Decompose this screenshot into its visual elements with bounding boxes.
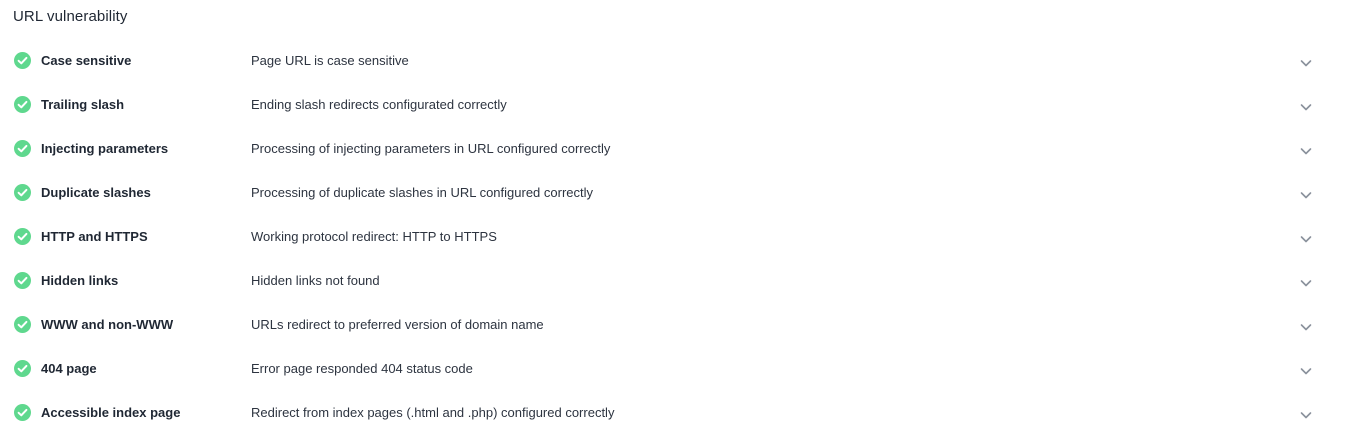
check-name: Case sensitive <box>41 53 132 68</box>
check-circle-icon <box>14 184 31 201</box>
chevron-down-icon[interactable] <box>1297 98 1315 116</box>
chevron-down-icon[interactable] <box>1297 186 1315 204</box>
chevron-down-icon[interactable] <box>1297 274 1315 292</box>
check-description: Redirect from index pages (.html and .ph… <box>251 405 615 420</box>
section-title: URL vulnerability <box>13 8 128 25</box>
check-name: Trailing slash <box>41 97 125 112</box>
check-circle-icon <box>14 228 31 245</box>
check-description: Page URL is case sensitive <box>251 53 409 68</box>
check-circle-icon <box>14 52 31 69</box>
check-list: Case sensitive Page URL is case sensitiv… <box>0 39 1347 435</box>
check-row[interactable]: Accessible index page Redirect from inde… <box>0 391 1347 435</box>
check-name: WWW and non-WWW <box>41 317 174 332</box>
check-description: Working protocol redirect: HTTP to HTTPS <box>251 229 497 244</box>
check-name: Hidden links <box>41 273 119 288</box>
check-circle-icon <box>14 96 31 113</box>
check-description: Processing of duplicate slashes in URL c… <box>251 185 594 200</box>
check-description: Hidden links not found <box>251 273 380 288</box>
check-circle-icon <box>14 360 31 377</box>
check-name: Accessible index page <box>41 405 181 420</box>
check-description: Processing of injecting parameters in UR… <box>251 141 611 156</box>
check-name: Duplicate slashes <box>41 185 151 200</box>
check-description: Ending slash redirects configurated corr… <box>251 97 507 112</box>
check-row[interactable]: Trailing slash Ending slash redirects co… <box>0 83 1347 127</box>
chevron-down-icon[interactable] <box>1297 406 1315 424</box>
check-row[interactable]: HTTP and HTTPS Working protocol redirect… <box>0 215 1347 259</box>
chevron-down-icon[interactable] <box>1297 230 1315 248</box>
check-circle-icon <box>14 316 31 333</box>
check-row[interactable]: Duplicate slashes Processing of duplicat… <box>0 171 1347 215</box>
check-row[interactable]: Hidden links Hidden links not found <box>0 259 1347 303</box>
check-circle-icon <box>14 404 31 421</box>
check-name: Injecting parameters <box>41 141 169 156</box>
chevron-down-icon[interactable] <box>1297 54 1315 72</box>
check-row[interactable]: Case sensitive Page URL is case sensitiv… <box>0 39 1347 83</box>
check-circle-icon <box>14 272 31 289</box>
check-row[interactable]: WWW and non-WWW URLs redirect to preferr… <box>0 303 1347 347</box>
check-row[interactable]: Injecting parameters Processing of injec… <box>0 127 1347 171</box>
chevron-down-icon[interactable] <box>1297 142 1315 160</box>
check-description: URLs redirect to preferred version of do… <box>251 317 544 332</box>
chevron-down-icon[interactable] <box>1297 318 1315 336</box>
check-name: HTTP and HTTPS <box>41 229 148 244</box>
check-row[interactable]: 404 page Error page responded 404 status… <box>0 347 1347 391</box>
chevron-down-icon[interactable] <box>1297 362 1315 380</box>
check-circle-icon <box>14 140 31 157</box>
check-name: 404 page <box>41 361 97 376</box>
check-description: Error page responded 404 status code <box>251 361 473 376</box>
